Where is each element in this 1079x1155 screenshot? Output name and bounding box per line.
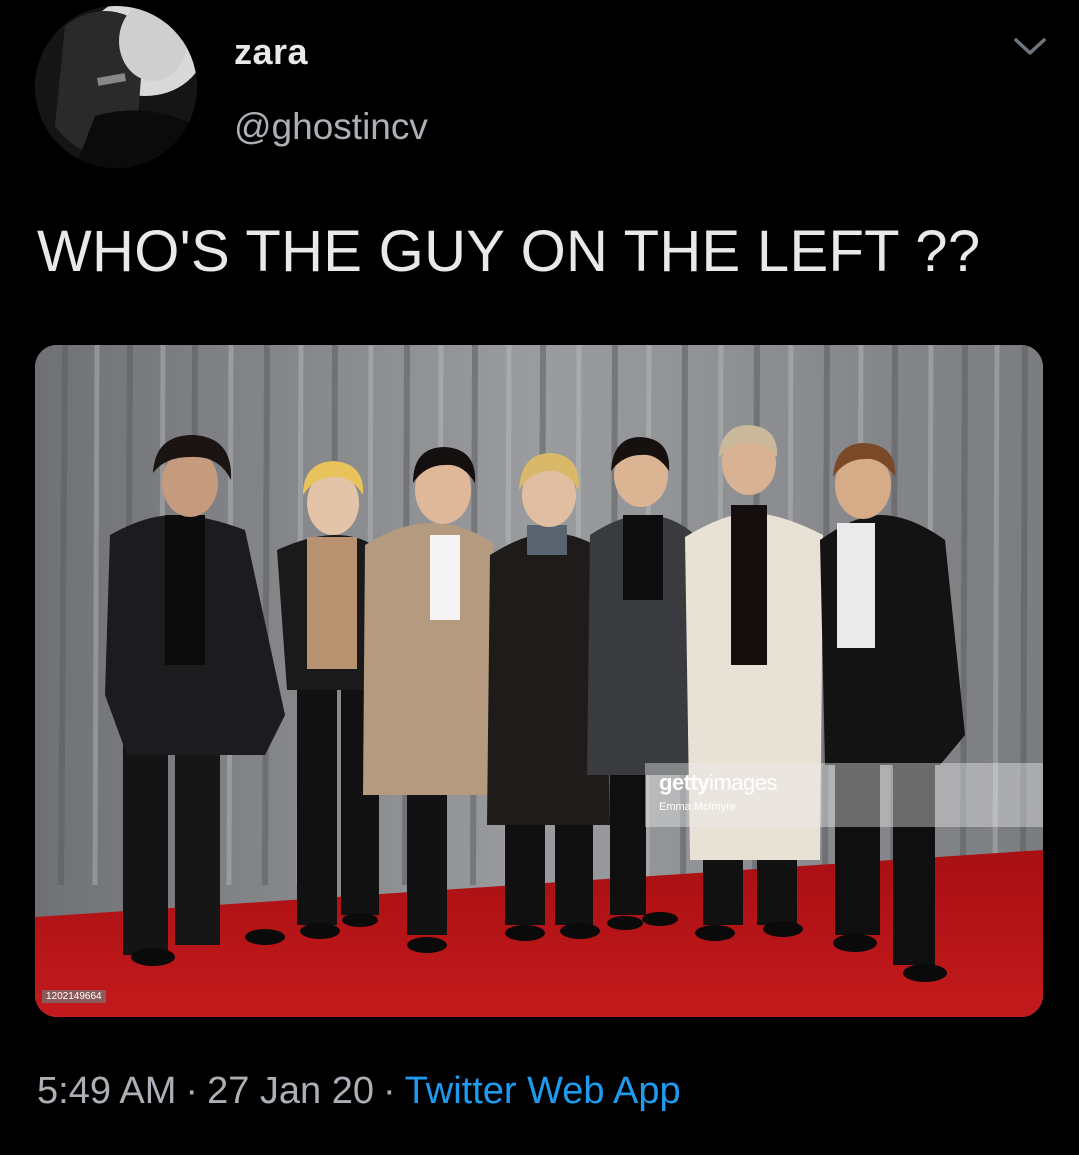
tweet-meta: 5:49 AM · 27 Jan 20 · Twitter Web App	[37, 1070, 681, 1113]
getty-watermark: gettyimages Emma McIntyre	[645, 763, 1043, 827]
watermark-credit: Emma McIntyre	[659, 801, 737, 813]
tweet-source-link[interactable]: Twitter Web App	[405, 1070, 681, 1112]
image-id-label: 1202149664	[42, 990, 106, 1003]
avatar-image	[35, 6, 197, 168]
meta-separator: ·	[383, 1070, 396, 1112]
tweet-time[interactable]: 5:49 AM	[37, 1070, 176, 1112]
author-display-name[interactable]: zara	[234, 31, 308, 73]
chevron-down-icon[interactable]	[1010, 34, 1050, 60]
avatar[interactable]	[35, 6, 197, 168]
tweet-media[interactable]: gettyimages Emma McIntyre 1202149664	[35, 345, 1043, 1017]
tweet-date[interactable]: 27 Jan 20	[207, 1070, 374, 1112]
meta-separator: ·	[185, 1070, 199, 1112]
watermark-brand: gettyimages	[659, 770, 777, 795]
author-handle[interactable]: @ghostincv	[234, 106, 428, 148]
tweet-text: WHO'S THE GUY ON THE LEFT ??	[37, 219, 981, 284]
group-photo	[35, 345, 1043, 1017]
